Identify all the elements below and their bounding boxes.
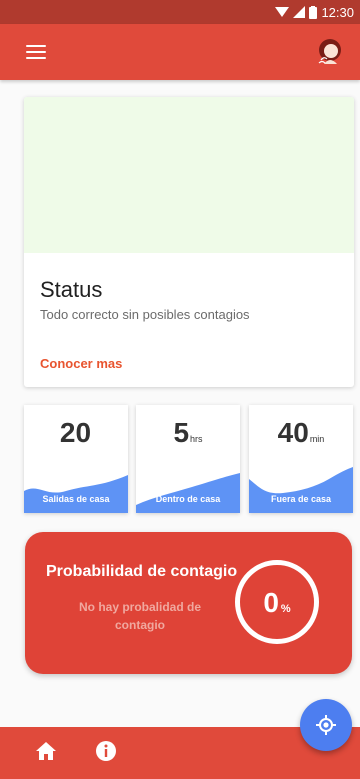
- signal-icon: [293, 6, 306, 18]
- wave-graphic: [249, 467, 353, 513]
- info-icon[interactable]: [94, 739, 118, 763]
- battery-icon: [309, 5, 318, 19]
- system-status-bar: 12:30: [0, 0, 360, 24]
- stat-label: Salidas de casa: [42, 494, 110, 504]
- probability-gauge: 0%: [235, 560, 319, 644]
- risk-title: Probabilidad de contagio: [46, 563, 238, 580]
- wave-graphic: [136, 473, 240, 513]
- menu-icon[interactable]: [26, 45, 46, 59]
- status-card: Status Todo correcto sin posibles contag…: [24, 97, 354, 387]
- probability-value: 0%: [263, 587, 291, 618]
- home-icon[interactable]: [34, 739, 58, 763]
- contagion-probability-card: Probabilidad de contagio No hay probalid…: [25, 532, 352, 674]
- status-description: Todo correcto sin posibles contagios: [40, 307, 250, 322]
- risk-subtitle: No hay probalidad de contagio: [78, 600, 201, 632]
- stat-label: Dentro de casa: [155, 494, 221, 504]
- stat-value: 40min: [277, 417, 325, 448]
- app-bar: [0, 24, 360, 80]
- stat-card-outside: 40min Fuera de casa: [249, 405, 353, 513]
- status-title: Status: [40, 277, 103, 302]
- stat-card-inside: 5hrs Dentro de casa: [136, 405, 240, 513]
- stat-value: 5hrs: [173, 417, 203, 448]
- clock: 12:30: [321, 4, 354, 20]
- stat-card-outings: 20 Salidas de casa: [24, 405, 128, 513]
- location-fab-button[interactable]: [300, 699, 352, 751]
- gps-location-icon: [316, 715, 336, 735]
- learn-more-link[interactable]: Conocer mas: [40, 356, 122, 371]
- status-image-area: [24, 97, 354, 253]
- stat-value: 20: [59, 417, 92, 448]
- stat-label: Fuera de casa: [270, 494, 332, 504]
- wave-graphic: [24, 475, 128, 513]
- woman-avatar-icon[interactable]: [314, 36, 346, 68]
- wifi-icon: [275, 7, 290, 17]
